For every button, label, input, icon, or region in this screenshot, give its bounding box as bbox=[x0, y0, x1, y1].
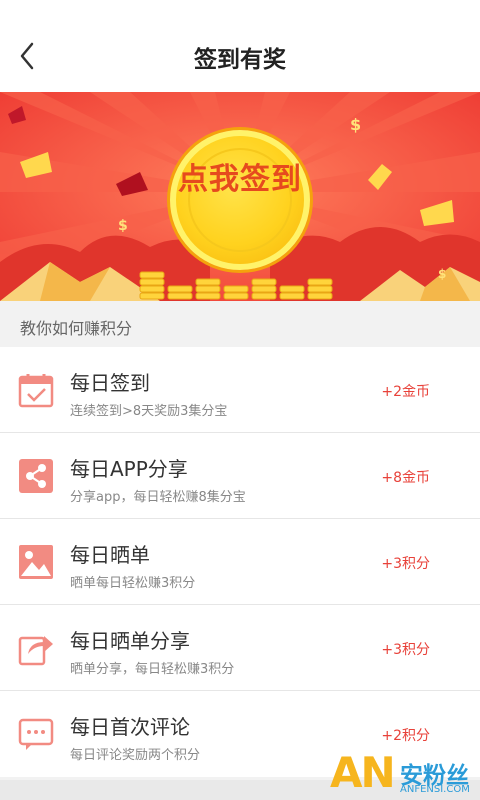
task-subtitle: 每日评论奖励两个积分 bbox=[70, 748, 201, 763]
task-subtitle: 连续签到>8天奖励3集分宝 bbox=[70, 404, 228, 419]
task-reward: +8金币 bbox=[381, 470, 430, 486]
forward-arrow-icon bbox=[18, 636, 53, 666]
section-header: 教你如何赚积分 bbox=[0, 301, 480, 347]
header-bar: 签到有奖 bbox=[0, 0, 480, 92]
task-subtitle: 晒单每日轻松赚3积分 bbox=[70, 576, 196, 591]
task-title: 每日晒单分享 bbox=[70, 629, 190, 653]
task-subtitle: 晒单分享，每日轻松赚3积分 bbox=[70, 662, 235, 677]
task-daily-app-share[interactable]: 每日APP分享 分享app，每日轻松赚8集分宝 +8金币 bbox=[0, 433, 480, 519]
watermark-en: ANFENSI.COM bbox=[400, 784, 470, 795]
task-title: 每日签到 bbox=[70, 371, 150, 395]
image-icon bbox=[19, 545, 53, 579]
task-title: 每日首次评论 bbox=[70, 715, 190, 739]
page-title: 签到有奖 bbox=[194, 47, 286, 73]
task-daily-checkin[interactable]: 每日签到 连续签到>8天奖励3集分宝 +2金币 bbox=[0, 347, 480, 433]
task-daily-showcase[interactable]: 每日晒单 晒单每日轻松赚3积分 +3积分 bbox=[0, 519, 480, 605]
task-list: 每日签到 连续签到>8天奖励3集分宝 +2金币 每日APP分享 分享app，每日… bbox=[0, 347, 480, 777]
watermark-logo: AN bbox=[330, 748, 396, 797]
svg-text:$: $ bbox=[118, 218, 128, 234]
coin-label: 点我签到 bbox=[178, 162, 302, 197]
task-title: 每日晒单 bbox=[70, 543, 150, 567]
section-title: 教你如何赚积分 bbox=[20, 319, 133, 338]
task-reward: +3积分 bbox=[381, 556, 430, 572]
share-icon bbox=[19, 459, 53, 493]
comment-icon bbox=[18, 718, 54, 750]
svg-text:$: $ bbox=[438, 267, 446, 281]
task-reward: +2积分 bbox=[381, 728, 430, 744]
task-reward: +2金币 bbox=[381, 384, 430, 400]
task-title: 每日APP分享 bbox=[70, 457, 188, 481]
svg-text:$: $ bbox=[350, 115, 361, 134]
checkin-banner: $ $ $ 点我签到 bbox=[0, 92, 480, 301]
task-reward: +3积分 bbox=[381, 642, 430, 658]
task-subtitle: 分享app，每日轻松赚8集分宝 bbox=[70, 490, 246, 505]
watermark: AN 安粉丝 ANFENSI.COM bbox=[330, 748, 480, 800]
checkin-coin-button[interactable]: 点我签到 bbox=[170, 130, 310, 270]
task-daily-showcase-share[interactable]: 每日晒单分享 晒单分享，每日轻松赚3积分 +3积分 bbox=[0, 605, 480, 691]
calendar-check-icon bbox=[18, 374, 54, 408]
